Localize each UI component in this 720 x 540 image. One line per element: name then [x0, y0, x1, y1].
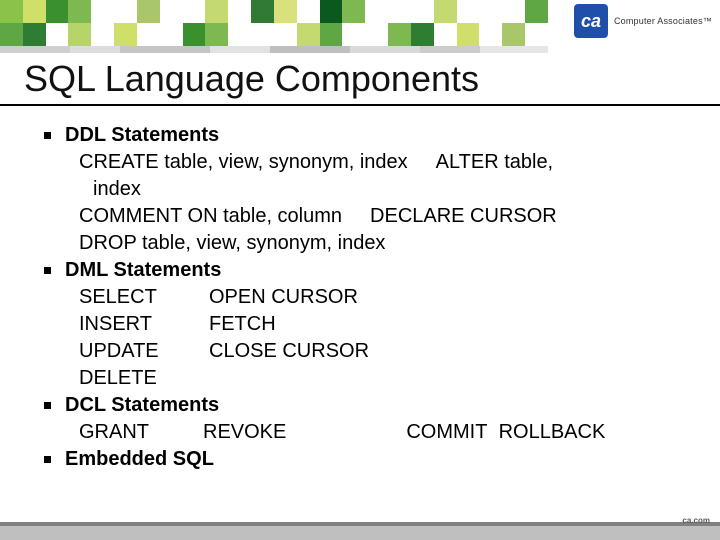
body-line: DELETE	[65, 365, 684, 392]
body-line: DROP table, view, synonym, index	[65, 230, 684, 257]
section-heading: DDL Statements	[65, 122, 684, 149]
slide-title: SQL Language Components	[24, 58, 479, 100]
body-line: CREATE table, view, synonym, indexALTER …	[65, 149, 684, 176]
footer-bar	[0, 526, 720, 540]
mosaic-decoration	[0, 0, 548, 46]
bullet-icon	[44, 456, 51, 463]
body-line: COMMENT ON table, columnDECLARE CURSOR	[65, 203, 684, 230]
header-band: ca Computer Associates™	[0, 0, 720, 46]
bullet-icon	[44, 132, 51, 139]
list-item: DML Statements SELECTOPEN CURSOR INSERTF…	[44, 257, 684, 392]
list-item: Embedded SQL	[44, 446, 684, 473]
footer-text: ca.com	[682, 516, 710, 525]
brand-name: Computer Associates™	[614, 16, 712, 26]
body-line: SELECTOPEN CURSOR	[65, 284, 684, 311]
slide: { "brand": { "logo_text": "ca", "company…	[0, 0, 720, 540]
list-item: DCL Statements GRANTREVOKECOMMIT ROLLBAC…	[44, 392, 684, 446]
slide-body: DDL Statements CREATE table, view, synon…	[44, 122, 684, 473]
mosaic-shadow	[0, 46, 548, 53]
bullet-icon	[44, 267, 51, 274]
body-line: index	[65, 176, 684, 203]
body-line: GRANTREVOKECOMMIT ROLLBACK	[65, 419, 684, 446]
bullet-icon	[44, 402, 51, 409]
ca-logo-icon: ca	[574, 4, 608, 38]
section-heading: DCL Statements	[65, 392, 684, 419]
title-underline	[0, 104, 720, 106]
section-heading: DML Statements	[65, 257, 684, 284]
list-item: DDL Statements CREATE table, view, synon…	[44, 122, 684, 257]
brand-logo: ca Computer Associates™	[574, 4, 712, 38]
body-line: INSERTFETCH	[65, 311, 684, 338]
body-line: UPDATECLOSE CURSOR	[65, 338, 684, 365]
section-heading: Embedded SQL	[65, 446, 684, 473]
